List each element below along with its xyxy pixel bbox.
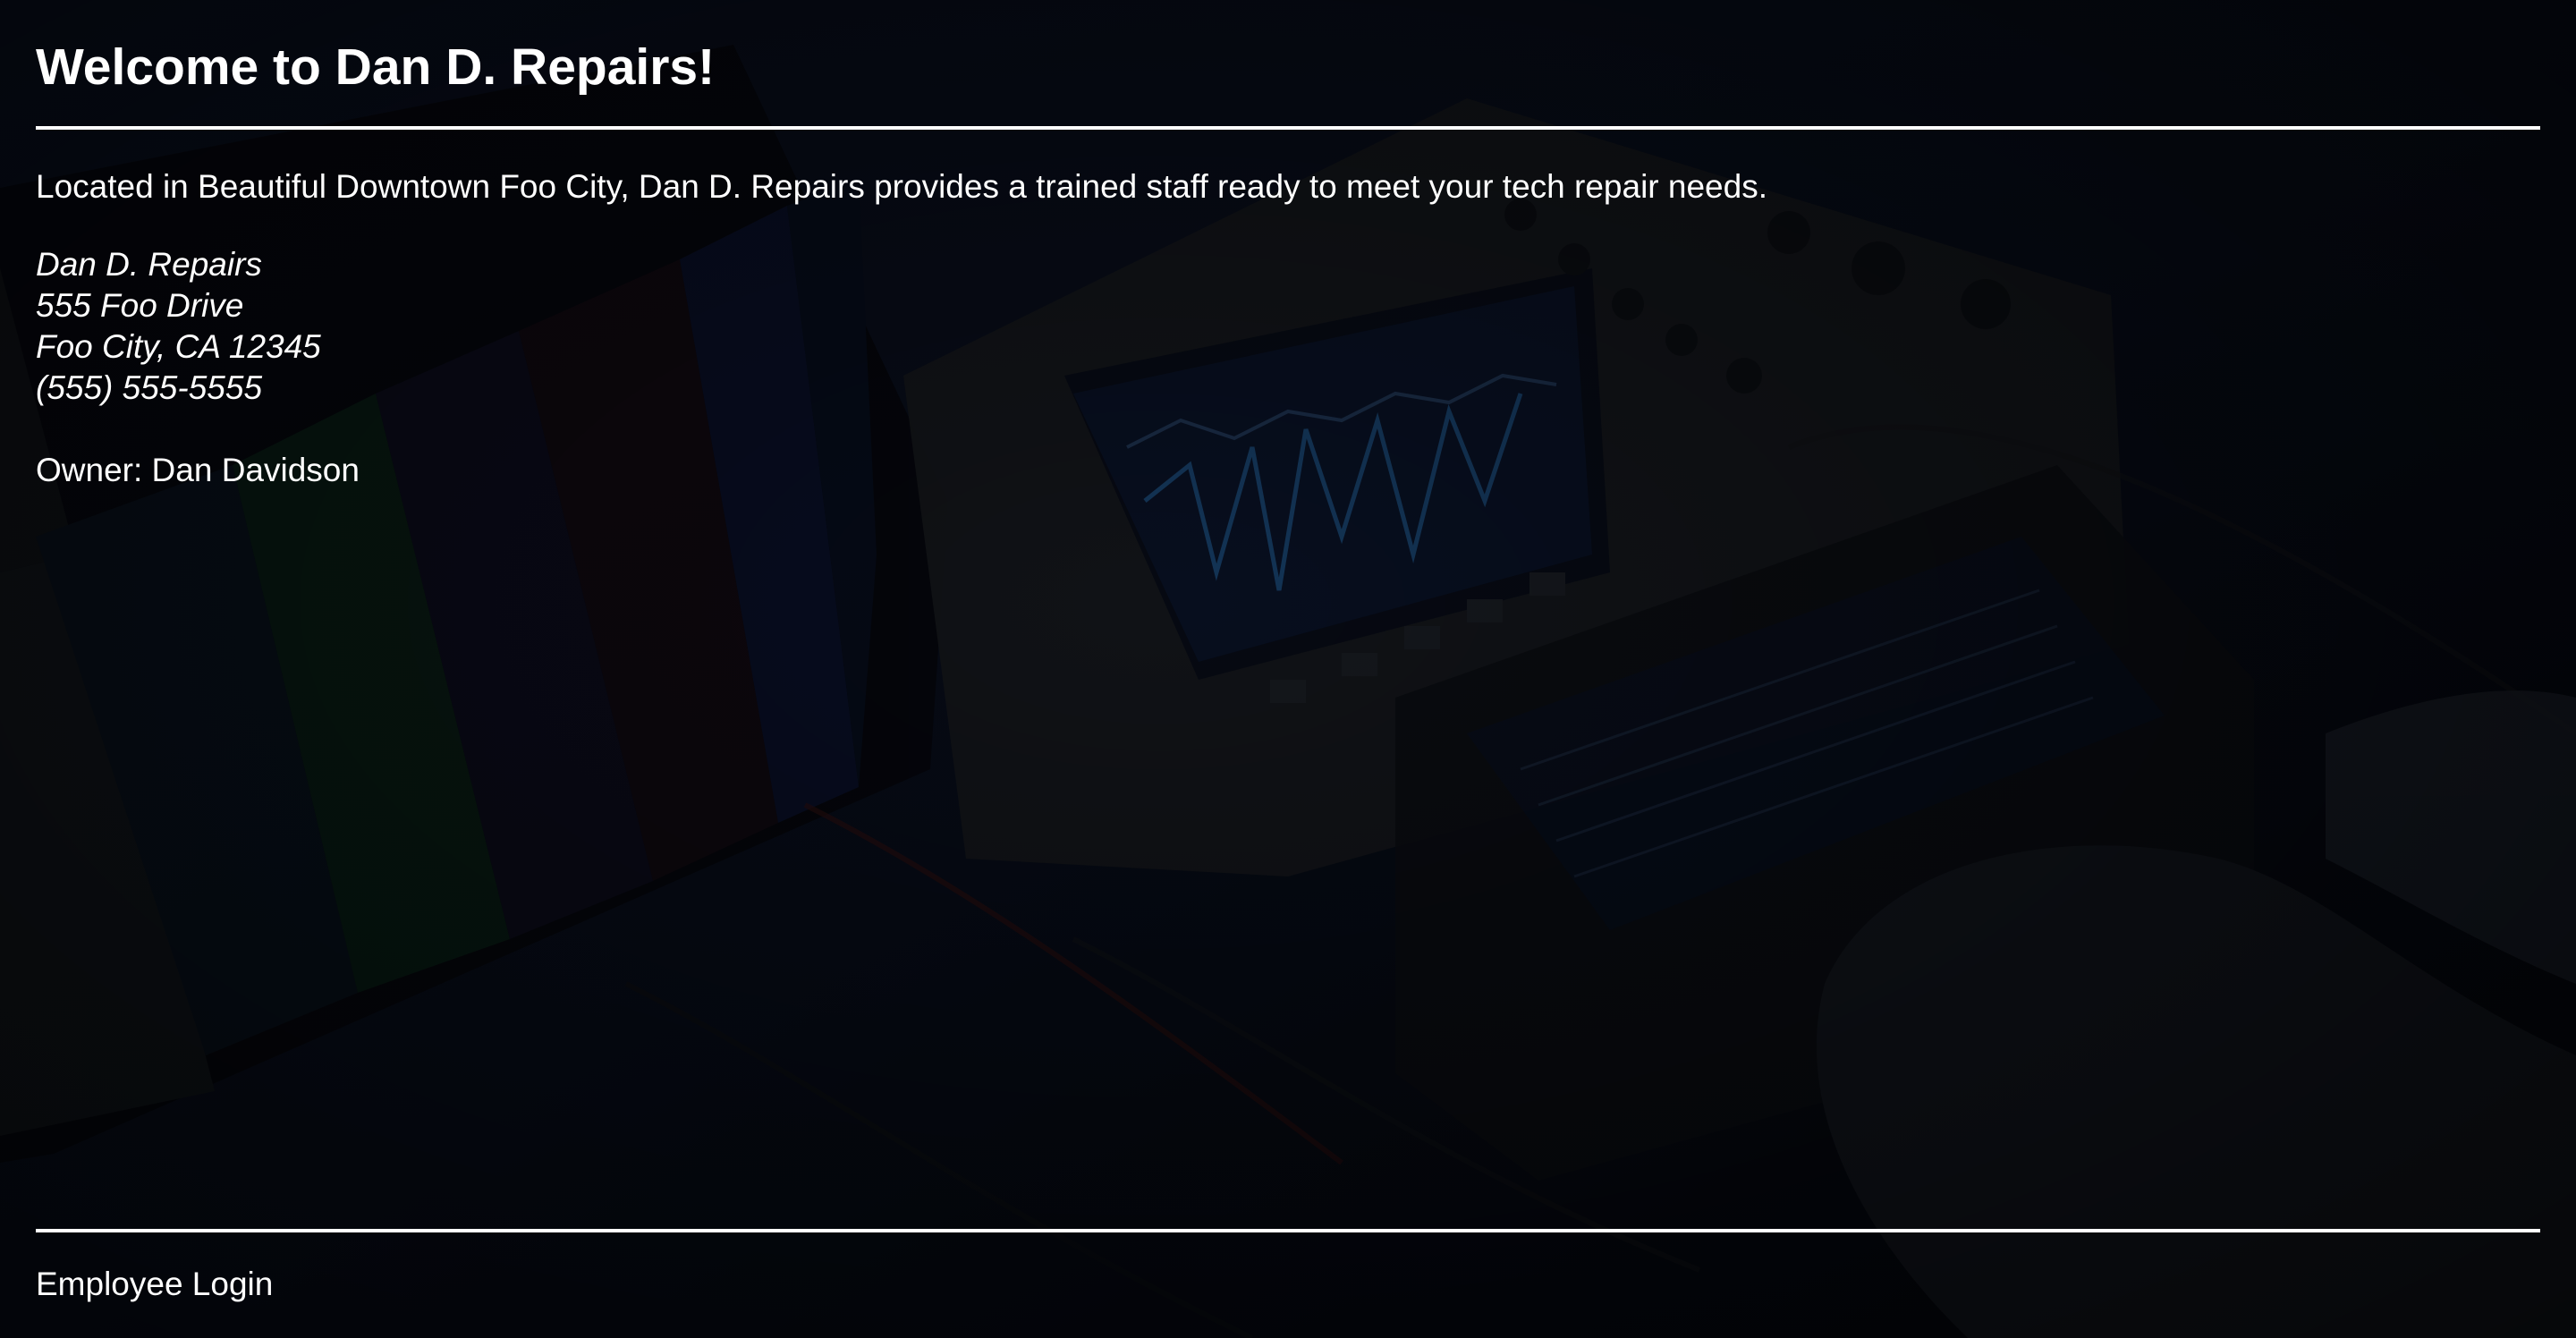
street-address: 555 Foo Drive <box>36 287 244 324</box>
business-name: Dan D. Repairs <box>36 246 262 283</box>
phone-number: (555) 555-5555 <box>36 369 263 406</box>
intro-paragraph: Located in Beautiful Downtown Foo City, … <box>36 168 1767 205</box>
page-title: Welcome to Dan D. Repairs! <box>36 38 716 96</box>
footer-divider <box>36 1229 2540 1232</box>
address-block: Dan D. Repairs 555 Foo Drive Foo City, C… <box>36 244 321 409</box>
employee-login-link[interactable]: Employee Login <box>36 1264 273 1305</box>
main-content: Welcome to Dan D. Repairs! Located in Be… <box>36 0 2540 1338</box>
page: Welcome to Dan D. Repairs! Located in Be… <box>0 0 2576 1338</box>
owner-line: Owner: Dan Davidson <box>36 452 360 488</box>
header-divider <box>36 126 2540 130</box>
city-state-zip: Foo City, CA 12345 <box>36 328 321 365</box>
